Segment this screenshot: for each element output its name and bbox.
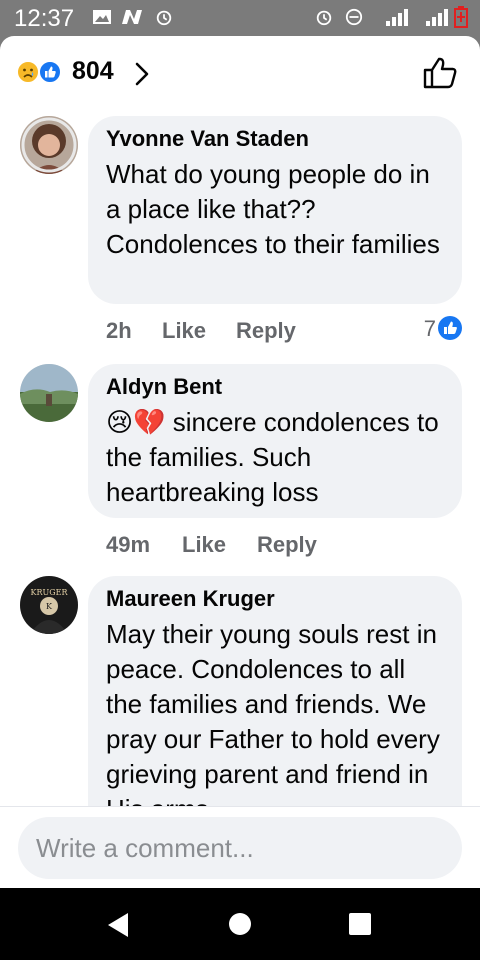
like-reaction-icon (438, 316, 462, 341)
chevron-right-icon (135, 62, 149, 86)
reactions-header[interactable]: 804 (0, 36, 480, 108)
comment-bubble[interactable]: Maureen Kruger May their young souls res… (88, 576, 462, 836)
comment-bubble[interactable]: Aldyn Bent 😢💔 sincere condolences to the… (88, 364, 462, 518)
like-count-number: 7 (423, 316, 436, 341)
reaction-count: 804 (72, 57, 114, 85)
svg-text:K: K (46, 602, 53, 611)
comments-sheet: 804 Yvonne Van Staden What do young peop… (0, 36, 480, 888)
comment-time[interactable]: 2h (106, 318, 132, 344)
alarm-icon (156, 10, 172, 26)
comment-like-count[interactable]: 7 (424, 316, 462, 342)
comment-emoji: 😢💔 (106, 407, 166, 437)
avatar[interactable] (20, 116, 78, 174)
comment-composer (0, 806, 480, 888)
comment-text: 😢💔 sincere condolences to the families. … (106, 405, 444, 510)
signal-icon (426, 9, 448, 26)
reply-button[interactable]: Reply (236, 318, 296, 344)
reply-button[interactable]: Reply (257, 532, 317, 558)
like-button[interactable]: Like (182, 532, 226, 558)
signal-icon (386, 9, 408, 26)
comment-bubble[interactable]: Yvonne Van Staden What do young people d… (88, 116, 462, 304)
comment-time[interactable]: 49m (106, 532, 150, 558)
home-icon[interactable] (228, 912, 252, 936)
gallery-icon (93, 10, 111, 24)
battery-icon (454, 6, 468, 28)
recents-icon[interactable] (348, 912, 372, 936)
comment-author[interactable]: Aldyn Bent (106, 374, 444, 400)
sad-reaction-icon (16, 60, 40, 84)
comment-text: What do young people do in a place like … (106, 159, 440, 259)
alarm-icon (316, 10, 332, 26)
avatar[interactable] (20, 364, 78, 422)
avatar[interactable]: KRUGER K (20, 576, 78, 634)
avatar-label: KRUGER (31, 588, 69, 597)
status-time: 12:37 (14, 5, 75, 32)
like-button[interactable]: Like (162, 318, 206, 344)
thumbs-up-icon[interactable] (422, 56, 458, 90)
navigation-bar (0, 888, 480, 960)
minus-circle-icon (345, 8, 363, 26)
comment-author[interactable]: Maureen Kruger (106, 586, 444, 612)
back-icon[interactable] (106, 912, 130, 938)
status-bar: 12:37 (0, 0, 480, 40)
n-app-icon (122, 10, 142, 24)
comment-text: May their young souls rest in peace. Con… (106, 619, 440, 824)
comment-input[interactable] (18, 817, 462, 879)
like-reaction-icon (38, 60, 62, 84)
comment-author[interactable]: Yvonne Van Staden (106, 126, 444, 152)
